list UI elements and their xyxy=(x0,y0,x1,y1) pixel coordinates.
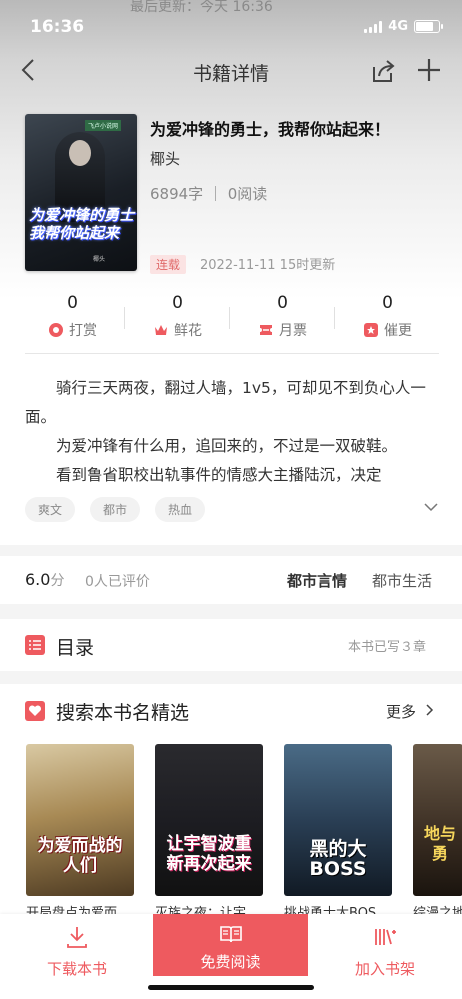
rating-score: 6.0分 xyxy=(25,570,64,590)
rating-bar: 6.0分 0人已评价 都市言情 都市生活 xyxy=(0,556,462,604)
refresh-hint-text: 最后更新：今天 16:36 xyxy=(130,0,273,15)
pick-card[interactable]: 黑的大BOSS 挑战勇士大BOS xyxy=(284,744,392,921)
chevron-down-icon[interactable] xyxy=(423,501,439,513)
flower-icon xyxy=(155,325,167,335)
rating-count: 0人已评价 xyxy=(85,574,150,590)
battery-icon xyxy=(414,20,443,33)
status-time: 16:36 xyxy=(30,17,85,37)
monthly-ticket-icon xyxy=(260,325,272,335)
home-indicator[interactable] xyxy=(148,985,314,990)
tag-chip[interactable]: 爽文 xyxy=(25,497,76,522)
free-read-button[interactable]: 免费阅读 xyxy=(153,914,308,976)
book-detail-page: ⌄ 最后更新：今天 16:36 16:36 4G 书籍详情 飞卢小说网 为爱冲锋… xyxy=(0,0,462,999)
download-icon xyxy=(67,927,87,948)
download-label: 下载本书 xyxy=(46,960,107,978)
share-icon[interactable] xyxy=(370,58,396,84)
urge-update-icon xyxy=(364,323,378,337)
cover-face xyxy=(69,140,91,166)
add-to-shelf-button[interactable]: 加入书架 xyxy=(310,914,460,984)
metric-value: 0 xyxy=(172,293,183,313)
pick-card[interactable]: 地与勇 综漫之地 xyxy=(413,744,462,921)
metric-value: 0 xyxy=(382,293,393,313)
pick-cover: 黑的大BOSS xyxy=(284,744,392,896)
subcategory-link[interactable]: 都市生活 xyxy=(372,570,432,591)
book-cover[interactable]: 飞卢小说网 为爱冲锋的勇士我帮你站起来 椰头 xyxy=(25,114,137,271)
pick-cover-text: 黑的大BOSS xyxy=(309,838,367,880)
bookshelf-icon xyxy=(375,929,396,945)
signal-icon xyxy=(364,20,383,33)
pick-card[interactable]: 为爱而战的人们 开局盘点为爱而 xyxy=(26,744,134,921)
pick-cover: 为爱而战的人们 xyxy=(26,744,134,896)
divider xyxy=(25,353,439,354)
open-book-icon xyxy=(219,926,242,943)
tag-chip[interactable]: 热血 xyxy=(155,497,206,522)
toc-label: 目录 xyxy=(56,637,95,659)
heart-tag-icon xyxy=(25,701,45,721)
pick-cover-text: 地与勇 xyxy=(423,824,456,863)
pick-cover-text: 为爱而战的人们 xyxy=(37,836,123,876)
update-time: 2022-11-11 15时更新 xyxy=(200,258,336,273)
free-read-label: 免费阅读 xyxy=(200,953,261,971)
metric-urge-update[interactable]: 0 催更 xyxy=(335,293,440,339)
metric-label: 月票 xyxy=(279,323,307,339)
list-icon xyxy=(25,635,45,655)
intro-paragraph: 为爱冲锋有什么用，追回来的，不过是一双破鞋。 xyxy=(56,437,398,455)
status-badge: 连载 xyxy=(150,255,187,274)
book-author[interactable]: 椰头 xyxy=(150,148,180,169)
refresh-hint: ⌄ 最后更新：今天 16:36 xyxy=(130,0,273,16)
more-link[interactable]: 更多 xyxy=(386,701,416,722)
cover-title: 为爱冲锋的勇士我帮你站起来 xyxy=(29,206,135,242)
cover-author: 椰头 xyxy=(93,256,106,263)
tag-list: 爽文 都市 热血 xyxy=(25,497,206,522)
metric-monthly-ticket[interactable]: 0 月票 xyxy=(230,293,335,339)
pick-card[interactable]: 让宇智波重新再次起来 灭族之夜：让宇 xyxy=(155,744,263,921)
metrics-row: 0 打赏 0 鲜花 0 月票 0 催更 xyxy=(20,293,440,339)
pick-cover: 地与勇 xyxy=(413,744,462,896)
table-of-contents-row[interactable]: 目录 本书已写３章 xyxy=(0,619,462,671)
pick-cover-text: 让宇智波重新再次起来 xyxy=(166,834,252,874)
metric-reward[interactable]: 0 打赏 xyxy=(20,293,125,339)
metric-label: 催更 xyxy=(384,323,412,339)
book-stats: 6894字 ｜ 0阅读 xyxy=(150,185,268,203)
score-unit: 分 xyxy=(50,573,65,589)
tag-chip[interactable]: 都市 xyxy=(90,497,141,522)
intro-paragraph: 骑行三天两夜，翻过人墙，1v5，可却见不到负心人一面。 xyxy=(25,379,426,426)
reward-icon xyxy=(49,323,63,337)
metric-flower[interactable]: 0 鲜花 xyxy=(125,293,230,339)
download-button[interactable]: 下载本书 xyxy=(2,914,152,984)
add-icon[interactable] xyxy=(415,56,443,84)
chapter-count: 本书已写３章 xyxy=(348,640,427,655)
category-link[interactable]: 都市言情 xyxy=(287,570,347,591)
status-indicators: 4G xyxy=(364,19,443,34)
metric-label: 鲜花 xyxy=(174,323,202,339)
pick-cover: 让宇智波重新再次起来 xyxy=(155,744,263,896)
book-intro[interactable]: 骑行三天两夜，翻过人墙，1v5，可却见不到负心人一面。 为爱冲锋有什么用，追回来… xyxy=(25,374,439,490)
cover-publisher: 飞卢小说网 xyxy=(85,120,122,131)
chevron-right-icon[interactable] xyxy=(425,704,434,716)
intro-paragraph: 看到鲁省职校出轨事件的情感大主播陆沉，决定 xyxy=(56,466,382,484)
metric-label: 打赏 xyxy=(69,323,97,339)
picks-label: 搜索本书名精选 xyxy=(56,702,190,724)
metric-value: 0 xyxy=(277,293,288,313)
add-to-shelf-label: 加入书架 xyxy=(354,960,415,978)
book-title: 为爱冲锋的勇士，我帮你站起来！ xyxy=(150,120,391,139)
score-value: 6.0 xyxy=(25,570,51,589)
metric-value: 0 xyxy=(67,293,78,313)
network-label: 4G xyxy=(388,19,408,34)
